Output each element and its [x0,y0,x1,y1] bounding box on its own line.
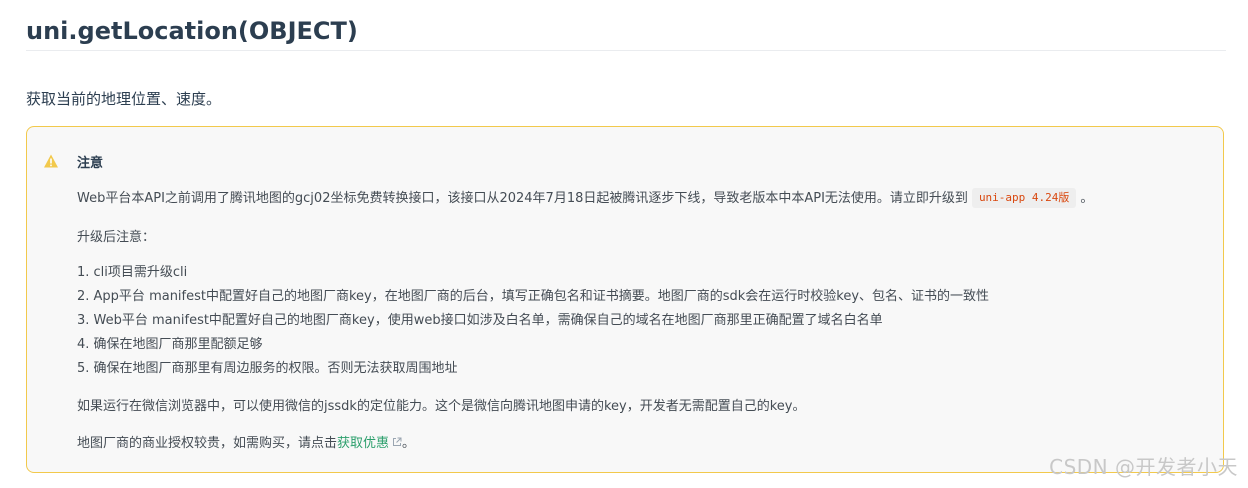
api-description: 获取当前的地理位置、速度。 [26,90,222,108]
tip-paragraph-license: 地图厂商的商业授权较贵，如需购买，请点击获取优惠。 [77,434,415,454]
list-item: 1. cli项目需升级cli [77,265,188,280]
tip-para1-text: Web平台本API之前调用了腾讯地图的gcj02坐标免费转换接口，该接口从202… [77,191,968,206]
external-link-icon [393,437,402,446]
doc-page: uni.getLocation(OBJECT) 获取当前的地理位置、速度。 注意… [26,0,1226,473]
csdn-watermark: CSDN @开发者小天 [1049,455,1238,479]
tip-para4-end: 。 [402,436,416,451]
list-item: 4. 确保在地图厂商那里配额足够 [77,337,263,352]
tip-para1-end: 。 [1080,191,1094,206]
tip-title: 注意 [77,155,104,171]
tip-header: 注意 [43,151,103,171]
list-item: 2. App平台 manifest中配置好自己的地图厂商key，在地图厂商的后台… [77,289,990,304]
get-discount-link-label: 获取优惠 [337,436,390,451]
version-code: uni-app 4.24版 [971,188,1077,208]
tip-paragraph-wechat: 如果运行在微信浏览器中，可以使用微信的jssdk的定位能力。这个是微信向腾讯地图… [77,399,806,414]
warning-icon [44,154,58,168]
tip-paragraph-upgrade: Web平台本API之前调用了腾讯地图的gcj02坐标免费转换接口，该接口从202… [77,188,1093,209]
list-item: 5. 确保在地图厂商那里有周边服务的权限。否则无法获取周围地址 [77,361,458,376]
tip-para4-text: 地图厂商的商业授权较贵，如需购买，请点击 [77,436,338,451]
get-discount-link[interactable]: 获取优惠 [337,436,402,451]
list-item: 3. Web平台 manifest中配置好自己的地图厂商key，使用web接口如… [77,313,883,328]
tip-paragraph-after-upgrade: 升级后注意： [77,230,156,245]
page-title: uni.getLocation(OBJECT) [26,0,1226,51]
warning-tip-box: 注意 Web平台本API之前调用了腾讯地图的gcj02坐标免费转换接口，该接口从… [26,126,1224,473]
